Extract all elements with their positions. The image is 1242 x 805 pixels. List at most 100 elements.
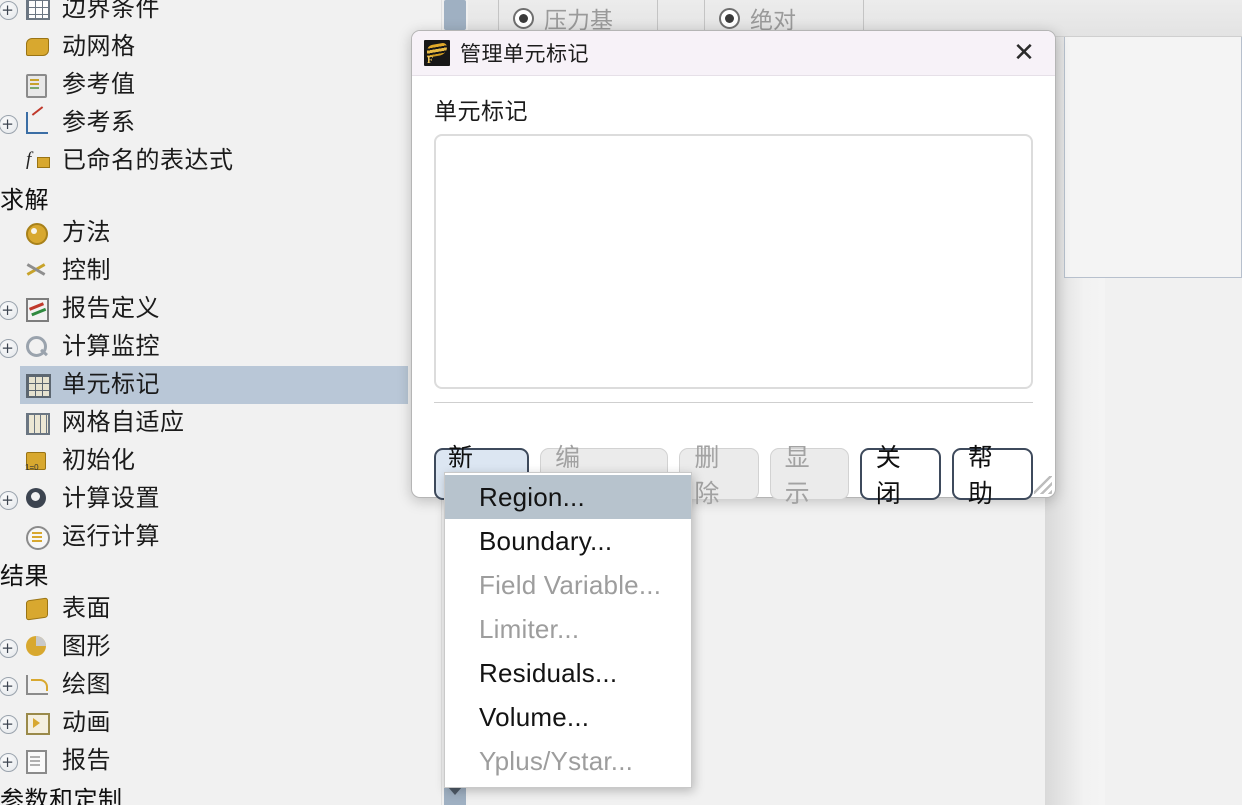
dialog-titlebar[interactable]: F 管理单元标记 ✕: [412, 31, 1055, 76]
plot-icon-glyph: [26, 675, 48, 695]
tree-item-13[interactable]: 计算设置: [0, 480, 444, 518]
tree-section-header: 结果: [0, 556, 444, 590]
tree-item-3[interactable]: 参考系: [0, 104, 444, 142]
tree-item-label: 参考值: [62, 71, 136, 98]
tree-item-8[interactable]: 报告定义: [0, 290, 444, 328]
tree-item-17[interactable]: 图形: [0, 628, 444, 666]
tree-item-label: 绘图: [62, 671, 111, 698]
tree-section-header: 参数和定制: [0, 780, 444, 805]
tree-item-10[interactable]: 单元标记: [0, 366, 444, 404]
outline-tree-panel[interactable]: 边界条件动网格参考值参考系 f 已命名的表达式求解方法控制报告定义计算监控单元标记网…: [0, 0, 444, 805]
tree-item-label: 边界条件: [62, 0, 160, 22]
menu-item-label: Yplus/Ystar...: [479, 745, 634, 776]
tree-item-9[interactable]: 计算监控: [0, 328, 444, 366]
adapt-icon-glyph: [26, 413, 50, 435]
tree-item-label: 报告: [62, 747, 111, 774]
menu-item-4[interactable]: Residuals...: [445, 651, 691, 695]
expand-plus-icon[interactable]: [0, 712, 20, 736]
tree-item-18[interactable]: 绘图: [0, 666, 444, 704]
tree-item-1[interactable]: 动网格: [0, 28, 444, 66]
report-icon: [24, 296, 54, 322]
tree-item-16[interactable]: 表面: [0, 590, 444, 628]
tree-scrollbar-thumb[interactable]: [444, 0, 466, 30]
tree-section-label: 参数和定制: [0, 786, 123, 805]
run-icon-glyph: [26, 526, 50, 550]
axes-icon: [24, 110, 54, 136]
run-icon: [24, 524, 54, 550]
tree-item-20[interactable]: 报告: [0, 742, 444, 780]
expand-plus-icon[interactable]: [0, 750, 20, 774]
menu-item-2: Field Variable...: [445, 563, 691, 607]
pie-icon-glyph: [26, 636, 46, 656]
expand-plus-icon[interactable]: [0, 112, 20, 136]
menu-item-label: Boundary...: [479, 525, 613, 556]
tree-item-12[interactable]: 初始化: [0, 442, 444, 480]
report-icon-glyph: [26, 298, 49, 322]
dialog-button-3: 显示: [769, 444, 849, 508]
menu-item-label: Residuals...: [479, 657, 618, 688]
gear-icon-glyph: [26, 223, 48, 245]
calc-gear-icon-glyph: [26, 488, 46, 508]
grid-icon-glyph: [26, 0, 50, 20]
expand-plus-icon[interactable]: [0, 488, 20, 512]
tree-item-7[interactable]: 控制: [0, 252, 444, 290]
dialog-body: 单元标记: [412, 76, 1055, 403]
resize-grip-icon[interactable]: [1034, 476, 1052, 494]
tree-item-label: 图形: [62, 633, 111, 660]
chevron-down-icon: [448, 787, 462, 795]
dialog-button-label: 关闭: [875, 444, 902, 508]
new-register-dropdown-menu[interactable]: Region... Boundary... Field Variable... Lim…: [444, 472, 692, 788]
tree-item-11[interactable]: 网格自适应: [0, 404, 444, 442]
cell-cube-icon: [24, 372, 54, 398]
expand-plus-icon[interactable]: [0, 674, 20, 698]
tree-item-4[interactable]: f 已命名的表达式: [0, 142, 444, 180]
menu-item-3: Limiter...: [445, 607, 691, 651]
menu-item-0[interactable]: Region...: [445, 475, 691, 519]
calc-gear-icon: [24, 486, 54, 512]
surface-icon-glyph: [26, 597, 48, 621]
expand-plus-icon[interactable]: [0, 298, 20, 322]
tree-item-label: 动画: [62, 709, 111, 736]
dialog-button-5[interactable]: 帮助: [951, 444, 1033, 508]
menu-item-label: Limiter...: [479, 613, 580, 644]
dialog-button-4[interactable]: 关闭: [859, 444, 941, 508]
tools-icon: [24, 258, 54, 284]
document-icon: [24, 748, 54, 774]
mesh-icon: [24, 34, 54, 60]
dialog-button-label: 帮助: [967, 444, 994, 508]
tree-item-0[interactable]: 边界条件: [0, 0, 444, 28]
cell-registers-listbox[interactable]: [434, 134, 1033, 389]
tree-item-19[interactable]: 动画: [0, 704, 444, 742]
expand-plus-icon[interactable]: [0, 336, 20, 360]
radio-selected-icon: [513, 7, 534, 29]
close-icon[interactable]: ✕: [1007, 36, 1041, 70]
menu-item-label: Volume...: [479, 701, 590, 732]
tree-section-header: 求解: [0, 180, 444, 214]
expand-plus-icon[interactable]: [0, 0, 20, 22]
tree-item-label: 计算设置: [62, 485, 160, 512]
search-icon-glyph: [26, 336, 47, 357]
menu-item-5[interactable]: Volume...: [445, 695, 691, 739]
tree-item-label: 表面: [62, 595, 111, 622]
dialog-button-label: 显示: [784, 444, 811, 508]
clipboard-icon: [24, 72, 54, 98]
tree-item-label: 参考系: [62, 109, 136, 136]
menu-item-1[interactable]: Boundary...: [445, 519, 691, 563]
tree-section-label: 结果: [0, 562, 49, 590]
expand-plus-icon[interactable]: [0, 636, 20, 660]
cell-registers-label: 单元标记: [434, 98, 528, 124]
tree-item-label: 运行计算: [62, 523, 160, 550]
pie-icon: [24, 634, 54, 660]
tree-item-label: 报告定义: [62, 295, 160, 322]
function-icon-glyph: f: [26, 150, 50, 172]
tree-item-6[interactable]: 方法: [0, 214, 444, 252]
adapt-icon: [24, 410, 54, 436]
document-icon-glyph: [26, 750, 47, 774]
tree-item-14[interactable]: 运行计算: [0, 518, 444, 556]
tree-item-label: 控制: [62, 257, 111, 284]
tree-item-2[interactable]: 参考值: [0, 66, 444, 104]
